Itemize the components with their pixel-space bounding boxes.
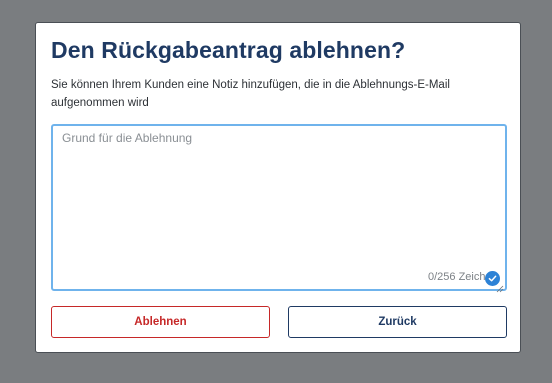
- dialog-description: Sie können Ihrem Kunden eine Notiz hinzu…: [51, 79, 450, 109]
- reason-field-container: 0/256 Zeichen: [51, 124, 507, 293]
- resize-handle-icon[interactable]: [496, 280, 504, 293]
- dialog-title: Den Rückgabeantrag ablehnen?: [51, 37, 406, 63]
- reject-return-dialog: Den Rückgabeantrag ablehnen? Sie können …: [35, 22, 521, 353]
- character-counter: 0/256 Zeichen: [428, 271, 492, 283]
- reject-button[interactable]: Ablehnen: [51, 306, 270, 338]
- reason-textarea[interactable]: [53, 126, 505, 289]
- back-button[interactable]: Zurück: [288, 306, 507, 338]
